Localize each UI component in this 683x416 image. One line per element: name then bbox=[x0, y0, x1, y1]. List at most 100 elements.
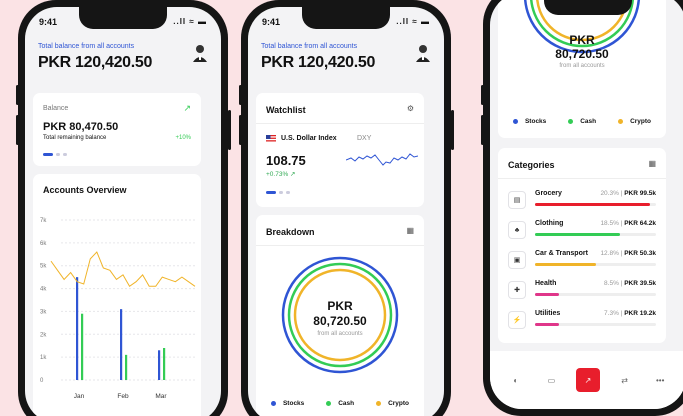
category-row[interactable]: ✚ Health 8.5% | PKR 39.5k bbox=[508, 278, 656, 304]
categories-card: Categories ▦ ▤ Grocery 20.3% | PKR 99.5k ♣ C… bbox=[498, 148, 666, 343]
bar-green[interactable] bbox=[81, 313, 84, 380]
accounts-overview-title: Accounts Overview bbox=[43, 185, 127, 195]
y-tick-label: 3k bbox=[40, 309, 47, 315]
category-progress bbox=[535, 323, 656, 326]
balance-amount: PKR 120,420.50 bbox=[261, 54, 376, 71]
phone-right: PKR 80,720.50 from all accounts Stocks C… bbox=[483, 0, 683, 416]
gear-icon[interactable]: ⚙ bbox=[407, 104, 414, 113]
watchlist-card[interactable]: Watchlist ⚙ U.S. Dollar Index DXY 108.75… bbox=[256, 93, 424, 207]
status-icons: ..ll ≈ ▬ bbox=[396, 17, 430, 26]
legend-cash: Cash bbox=[568, 118, 596, 125]
accounts-chart: 7k 6k 5k 4k 3k 2k 1k 0 Jan Feb Mar bbox=[33, 204, 201, 404]
bar-green[interactable] bbox=[125, 354, 128, 380]
breakdown-legend: Stocks Cash Crypto bbox=[260, 400, 420, 407]
category-row[interactable]: ⚡ Utilities 7.3% | PKR 19.2k bbox=[508, 308, 656, 334]
breakdown-title: Breakdown bbox=[266, 227, 315, 237]
y-tick-label: 4k bbox=[40, 287, 47, 293]
wallet-icon[interactable]: ▭ bbox=[540, 369, 562, 391]
health-icon: ✚ bbox=[508, 281, 526, 299]
legend-stocks: Stocks bbox=[512, 118, 546, 125]
breakdown-currency: PKR bbox=[569, 33, 595, 47]
status-time: 9:41 bbox=[39, 17, 58, 27]
series-line bbox=[50, 251, 196, 288]
car-icon: ▣ bbox=[508, 251, 526, 269]
accounts-overview-card: Accounts Overview 7k 6k 5k 4k 3k 2k 1k 0 Jan Feb M… bbox=[33, 174, 201, 416]
category-row[interactable]: ♣ Clothing 18.5% | PKR 64.2k bbox=[508, 218, 656, 244]
balance-card-label: Balance bbox=[43, 105, 69, 112]
balance-amount: PKR 120,420.50 bbox=[38, 54, 153, 71]
breakdown-amount: 80,720.50 bbox=[555, 47, 609, 61]
plug-icon: ⚡ bbox=[508, 311, 526, 329]
category-value: 8.5% | PKR 39.5k bbox=[604, 280, 656, 287]
breakdown-legend: Stocks Cash Crypto bbox=[502, 118, 662, 125]
breakdown-sub: from all accounts bbox=[559, 63, 605, 69]
x-tick-label: Mar bbox=[155, 393, 167, 400]
watchlist-value: 108.75 bbox=[266, 153, 306, 168]
x-tick-label: Jan bbox=[74, 393, 85, 400]
category-row[interactable]: ▤ Grocery 20.3% | PKR 99.5k bbox=[508, 188, 656, 214]
carousel-dots[interactable] bbox=[266, 191, 290, 194]
avatar[interactable] bbox=[192, 44, 208, 62]
y-tick-label: 6k bbox=[40, 241, 47, 247]
watchlist-title: Watchlist bbox=[266, 105, 306, 115]
category-value: 20.3% | PKR 99.5k bbox=[600, 190, 656, 197]
category-name: Utilities bbox=[535, 310, 561, 317]
legend-cash: Cash bbox=[326, 400, 354, 407]
watchlist-ticker: DXY bbox=[357, 135, 372, 142]
bottom-nav: ◐ ▭ ↗ ⇄ ••• bbox=[490, 351, 683, 409]
trend-up-icon: ↗ bbox=[183, 103, 191, 113]
watchlist-name: U.S. Dollar Index bbox=[281, 135, 337, 142]
us-flag-icon bbox=[266, 135, 276, 143]
category-value: 7.3% | PKR 19.2k bbox=[604, 310, 656, 317]
carousel-dots[interactable] bbox=[43, 153, 67, 156]
balance-card-change: +10% bbox=[175, 135, 191, 141]
legend-crypto: Crypto bbox=[618, 118, 651, 125]
breakdown-currency: PKR bbox=[327, 299, 353, 313]
category-progress bbox=[535, 233, 656, 236]
phone-left: 9:41 ..ll ≈ ▬ Total balance from all acco… bbox=[18, 0, 228, 416]
trend-icon[interactable]: ↗ bbox=[575, 368, 600, 392]
category-progress bbox=[535, 263, 656, 266]
bar-blue[interactable] bbox=[76, 277, 79, 380]
watchlist-change: +0.73% ↗ bbox=[266, 171, 296, 178]
breakdown-card: Breakdown ▦ PKR 80,720.50 from all accou… bbox=[256, 215, 424, 416]
calendar-icon[interactable]: ▦ bbox=[406, 226, 414, 235]
balance-card[interactable]: Balance ↗ PKR 80,470.50 Total remaining … bbox=[33, 93, 201, 166]
category-name: Clothing bbox=[535, 220, 564, 227]
screen-right: PKR 80,720.50 from all accounts Stocks C… bbox=[490, 0, 683, 409]
breakdown-card-top: PKR 80,720.50 from all accounts Stocks C… bbox=[498, 0, 666, 138]
category-name: Grocery bbox=[535, 190, 562, 197]
avatar[interactable] bbox=[415, 44, 431, 62]
categories-title: Categories bbox=[508, 160, 555, 170]
y-tick-label: 7k bbox=[40, 218, 47, 224]
home-icon[interactable]: ◐ bbox=[505, 369, 527, 391]
cart-icon: ▤ bbox=[508, 191, 526, 209]
transfer-icon[interactable]: ⇄ bbox=[614, 369, 636, 391]
category-progress bbox=[535, 203, 656, 206]
accounts-chart-svg: 7k 6k 5k 4k 3k 2k 1k 0 Jan Feb Mar bbox=[40, 218, 196, 400]
bar-green[interactable] bbox=[163, 348, 166, 380]
balance-label: Total balance from all accounts bbox=[261, 43, 358, 50]
calendar-icon[interactable]: ▦ bbox=[648, 159, 656, 168]
balance-card-sub: Total remaining balance bbox=[43, 135, 107, 141]
breakdown-amount: 80,720.50 bbox=[313, 314, 367, 328]
status-icons: ..ll ≈ ▬ bbox=[173, 17, 207, 26]
y-tick-label: 2k bbox=[40, 332, 47, 338]
y-tick-label: 1k bbox=[40, 355, 47, 361]
more-icon[interactable]: ••• bbox=[649, 369, 671, 391]
legend-crypto: Crypto bbox=[376, 400, 409, 407]
screen-middle: 9:41 ..ll ≈ ▬ Total balance from all acco… bbox=[248, 7, 444, 416]
x-tick-label: Feb bbox=[117, 393, 129, 400]
category-value: 18.5% | PKR 64.2k bbox=[600, 220, 656, 227]
bar-blue[interactable] bbox=[120, 309, 123, 380]
category-name: Car & Transport bbox=[535, 250, 588, 257]
category-row[interactable]: ▣ Car & Transport 12.8% | PKR 50.3k bbox=[508, 248, 656, 274]
sparkline bbox=[346, 153, 418, 166]
category-name: Health bbox=[535, 280, 557, 287]
bar-blue[interactable] bbox=[158, 350, 161, 380]
balance-label: Total balance from all accounts bbox=[38, 43, 135, 50]
screen-left: 9:41 ..ll ≈ ▬ Total balance from all acco… bbox=[25, 7, 221, 416]
category-value: 12.8% | PKR 50.3k bbox=[600, 250, 656, 257]
balance-card-amount: PKR 80,470.50 bbox=[43, 121, 119, 133]
status-time: 9:41 bbox=[262, 17, 281, 27]
